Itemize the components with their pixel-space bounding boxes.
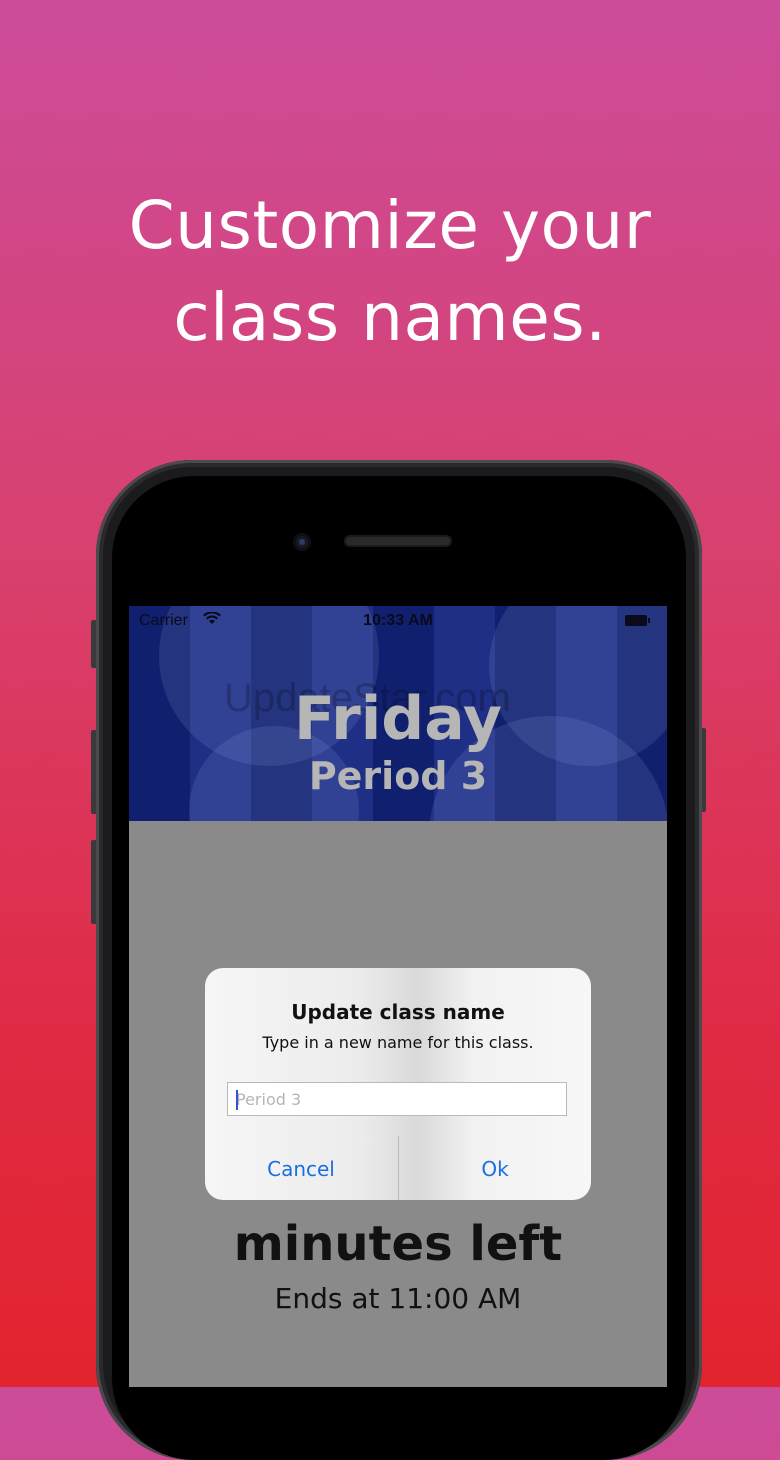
class-name-input[interactable] [227, 1082, 567, 1116]
period-title: Period 3 [308, 754, 488, 798]
headline: Customize your class names. [0, 180, 780, 364]
ok-button[interactable]: Ok [399, 1144, 591, 1194]
earpiece-speaker [344, 535, 452, 547]
status-bar: Carrier 10:33 AM [129, 606, 667, 636]
ends-at-label: Ends at 11:00 AM [274, 1282, 522, 1315]
day-title: Friday [293, 684, 502, 754]
headline-line-1: Customize your [128, 187, 652, 264]
headline-line-2: class names. [173, 279, 607, 356]
status-time: 10:33 AM [363, 612, 433, 629]
front-camera [293, 533, 311, 551]
battery-icon [625, 615, 650, 626]
dialog-title: Update class name [291, 1000, 505, 1024]
update-class-dialog: Update class name Type in a new name for… [205, 968, 591, 1200]
text-caret [236, 1090, 238, 1110]
day-banner: Carrier 10:33 AM UpdateStar.com Friday P… [129, 606, 667, 821]
dialog-message: Type in a new name for this class. [262, 1033, 534, 1052]
minutes-left-label: minutes left [233, 1216, 563, 1272]
cancel-button[interactable]: Cancel [205, 1144, 397, 1194]
